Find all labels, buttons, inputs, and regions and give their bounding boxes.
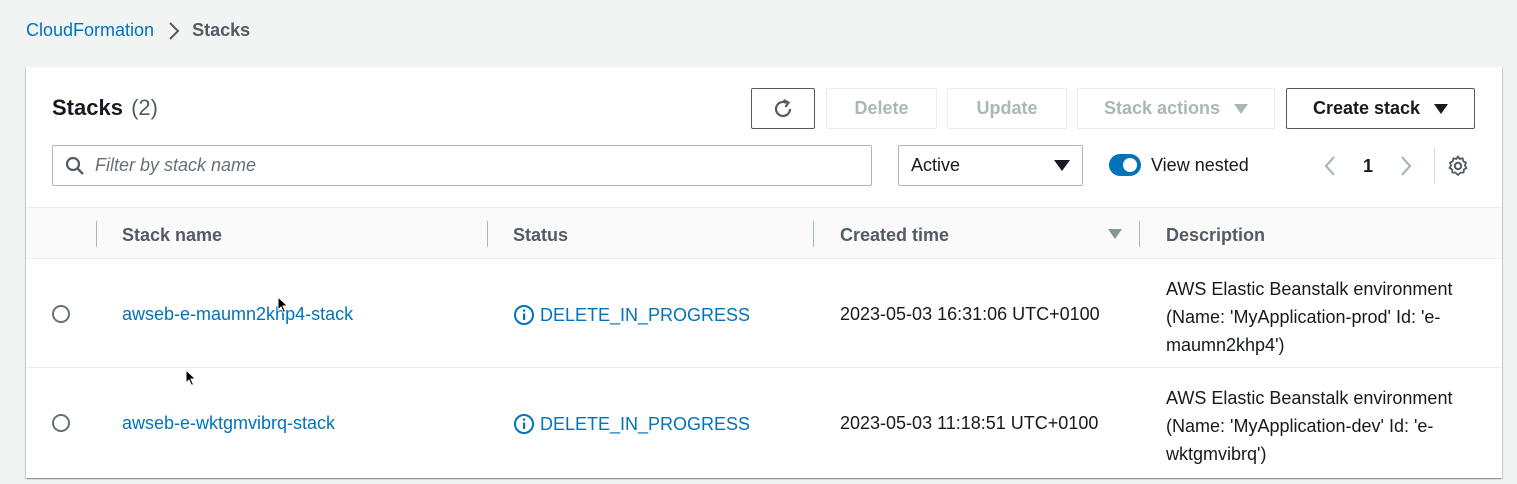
stack-count: (2) (131, 95, 158, 120)
table-header: Stack name Status Created time Descripti… (26, 207, 1502, 259)
table-row[interactable]: awseb-e-maumn2khp4-stack DELETE_IN_PROGR… (26, 259, 1502, 368)
sort-descending-icon[interactable] (1108, 229, 1122, 239)
view-nested-label: View nested (1151, 155, 1249, 175)
status-text: DELETE_IN_PROGRESS (540, 304, 751, 325)
mouse-cursor-icon (277, 295, 289, 319)
gear-icon[interactable] (1446, 154, 1470, 178)
caret-down-icon (1434, 103, 1449, 114)
info-icon (513, 413, 535, 435)
created-time: 2023-05-03 11:18:51 UTC+0100 (840, 413, 1099, 433)
description-line: AWS Elastic Beanstalk environment (1166, 279, 1453, 299)
caret-down-icon (1054, 160, 1070, 171)
stack-name-link[interactable]: awseb-e-maumn2khp4-stack (122, 304, 353, 325)
status-filter-select[interactable]: Active (898, 145, 1083, 186)
stack-actions-label: Stack actions (1103, 98, 1221, 118)
column-divider (1139, 221, 1140, 247)
filter-input-wrapper (52, 145, 872, 186)
panel-title-text: Stacks (52, 95, 123, 120)
next-page-button[interactable] (1398, 155, 1414, 177)
stack-name-link[interactable]: awseb-e-wktgmvibrq-stack (122, 413, 335, 434)
mouse-cursor-icon (185, 368, 197, 392)
update-button[interactable]: Update (947, 88, 1067, 129)
column-header-created-time[interactable]: Created time (840, 225, 949, 246)
breadcrumb-cloudformation-link[interactable]: CloudFormation (26, 20, 154, 41)
view-nested-toggle[interactable] (1109, 154, 1141, 176)
column-divider (96, 221, 97, 247)
description: AWS Elastic Beanstalk environment (Name:… (1166, 275, 1486, 359)
pagination-divider (1434, 147, 1435, 183)
table-row[interactable]: awseb-e-wktgmvibrq-stack DELETE_IN_PROGR… (26, 368, 1502, 477)
current-page-number[interactable]: 1 (1363, 156, 1373, 177)
caret-down-icon (1234, 103, 1249, 114)
stack-actions-button[interactable]: Stack actions (1077, 88, 1275, 129)
create-stack-label: Create stack (1312, 98, 1421, 118)
description: AWS Elastic Beanstalk environment (Name:… (1166, 384, 1486, 468)
delete-button[interactable]: Delete (826, 88, 937, 129)
description-line: maumn2khp4') (1166, 335, 1285, 355)
column-header-description[interactable]: Description (1166, 225, 1265, 246)
column-header-stack-name[interactable]: Stack name (122, 225, 222, 246)
refresh-button[interactable] (751, 88, 815, 129)
column-header-status[interactable]: Status (513, 225, 568, 246)
breadcrumb-current: Stacks (192, 20, 251, 40)
filter-by-stack-name-input[interactable] (95, 155, 855, 176)
description-line: (Name: 'MyApplication-dev' Id: 'e- (1166, 416, 1434, 436)
column-divider (813, 221, 814, 247)
stacks-panel: Stacks (2) Delete Update Stack actions C… (26, 67, 1502, 478)
description-line: wktgmvibrq') (1166, 444, 1267, 464)
chevron-right-icon (168, 21, 180, 41)
refresh-icon (771, 97, 795, 121)
description-line: (Name: 'MyApplication-prod' Id: 'e- (1166, 307, 1441, 327)
status-filter-value: Active (911, 155, 961, 175)
info-icon (513, 304, 535, 326)
page-title: Stacks (2) (52, 95, 158, 121)
previous-page-button[interactable] (1322, 155, 1338, 177)
row-select-radio[interactable] (52, 305, 70, 323)
created-time: 2023-05-03 16:31:06 UTC+0100 (840, 304, 1100, 324)
row-select-radio[interactable] (52, 414, 70, 432)
search-icon (65, 156, 85, 176)
status-cell[interactable]: DELETE_IN_PROGRESS (513, 413, 750, 435)
status-cell[interactable]: DELETE_IN_PROGRESS (513, 304, 750, 326)
breadcrumb: CloudFormation Stacks (26, 20, 250, 41)
create-stack-button[interactable]: Create stack (1286, 88, 1475, 129)
status-text: DELETE_IN_PROGRESS (540, 413, 751, 434)
column-divider (487, 221, 488, 247)
toggle-knob (1123, 158, 1137, 172)
description-line: AWS Elastic Beanstalk environment (1166, 388, 1453, 408)
